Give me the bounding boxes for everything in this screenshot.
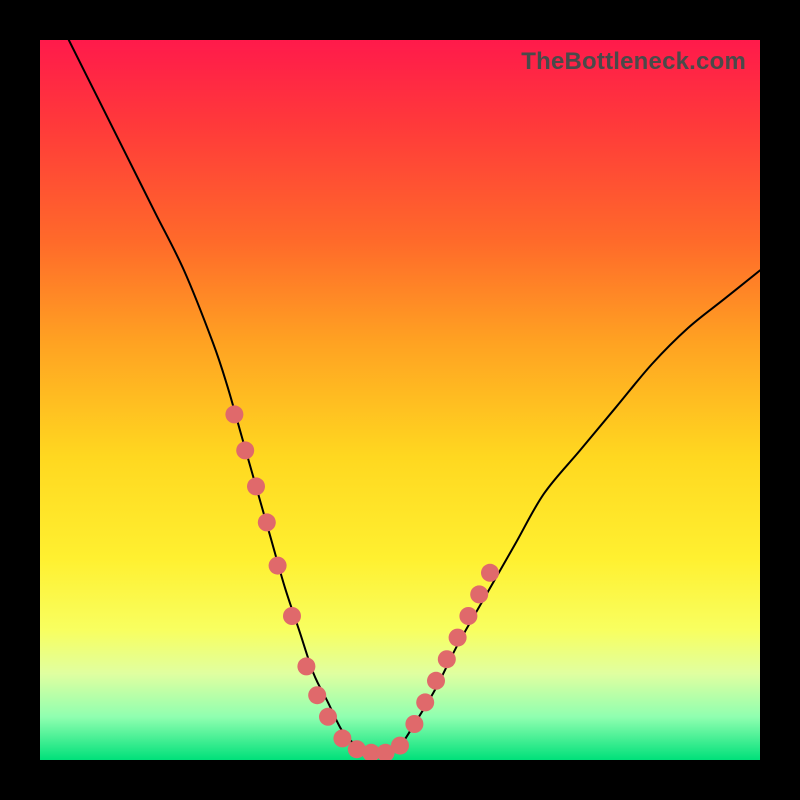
curve-marker <box>236 441 254 459</box>
curve-marker <box>319 708 337 726</box>
curve-svg <box>40 40 760 760</box>
curve-marker <box>459 607 477 625</box>
chart-frame: TheBottleneck.com <box>0 0 800 800</box>
curve-marker <box>405 715 423 733</box>
curve-marker <box>308 686 326 704</box>
curve-marker <box>391 737 409 755</box>
bottleneck-curve <box>69 40 760 754</box>
curve-marker <box>225 405 243 423</box>
curve-marker <box>438 650 456 668</box>
curve-marker <box>481 564 499 582</box>
curve-marker <box>449 629 467 647</box>
curve-marker <box>416 693 434 711</box>
curve-marker <box>470 585 488 603</box>
curve-marker <box>283 607 301 625</box>
marker-group <box>225 405 499 760</box>
curve-marker <box>333 729 351 747</box>
curve-marker <box>269 557 287 575</box>
plot-area: TheBottleneck.com <box>40 40 760 760</box>
curve-marker <box>258 513 276 531</box>
curve-marker <box>247 477 265 495</box>
curve-marker <box>427 672 445 690</box>
curve-marker <box>297 657 315 675</box>
